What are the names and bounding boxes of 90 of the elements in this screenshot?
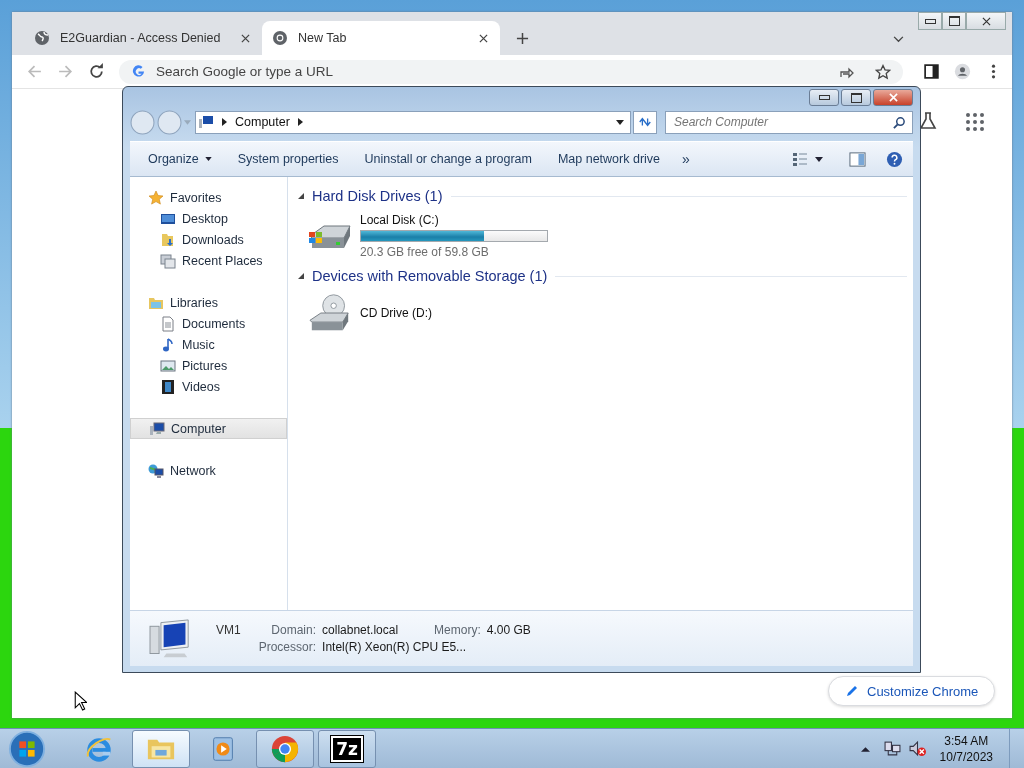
document-icon [160, 315, 176, 332]
close-icon [981, 16, 991, 26]
nav-item[interactable]: Desktop [130, 208, 287, 229]
help-icon[interactable] [886, 150, 903, 168]
network-icon [148, 462, 164, 479]
nav-item[interactable]: Favorites [130, 187, 287, 208]
close-icon [888, 93, 898, 102]
caret-up-icon[interactable] [860, 745, 870, 752]
browser-tab[interactable]: New Tab [262, 21, 500, 55]
field-label: Memory: [434, 623, 481, 637]
address-input[interactable]: Search Google or type a URL [154, 63, 819, 80]
nav-item[interactable]: Network [130, 460, 287, 481]
taskbar-button[interactable]: 7z [318, 729, 376, 768]
collapse-triangle-icon[interactable] [298, 193, 304, 199]
music-note-icon [160, 336, 176, 353]
google-g-icon [131, 64, 146, 79]
nav-item[interactable]: Libraries [130, 292, 287, 313]
globe-icon [34, 30, 50, 46]
caret-icon [222, 118, 227, 126]
apps-grid-icon[interactable] [965, 112, 985, 132]
drive-name[interactable]: Local Disk (C:) [360, 213, 548, 227]
caret-icon[interactable] [616, 119, 624, 125]
drive-name[interactable]: CD Drive (D:) [360, 306, 432, 320]
command-button[interactable]: Map network drive [545, 148, 673, 170]
nav-item[interactable]: Documents [130, 313, 287, 334]
nav-item[interactable]: Videos [130, 376, 287, 397]
refresh-button[interactable] [633, 110, 657, 134]
profile-icon[interactable] [954, 63, 971, 80]
breadcrumb-item[interactable]: Computer [235, 115, 290, 129]
collapse-triangle-icon[interactable] [298, 273, 304, 279]
minimize-button[interactable] [809, 89, 839, 106]
star-outline-icon[interactable] [875, 63, 891, 80]
search-field[interactable]: Search Computer [665, 110, 913, 134]
nav-item[interactable]: Pictures [130, 355, 287, 376]
group-header[interactable]: Devices with Removable Storage (1) [312, 268, 548, 284]
maximize-button[interactable] [841, 89, 871, 106]
browser-tab[interactable]: E2Guardian - Access Denied [24, 21, 262, 55]
taskbar-button[interactable] [256, 729, 314, 768]
close-icon[interactable] [479, 33, 488, 43]
nav-item[interactable]: Computer [130, 418, 287, 439]
address-bar[interactable]: Search Google or type a URL [119, 59, 903, 84]
field-label: Domain: [270, 623, 317, 637]
address-field[interactable]: Computer [195, 110, 631, 134]
mouse-cursor-icon [74, 691, 87, 711]
muted-speaker-icon[interactable] [908, 740, 926, 757]
close-icon[interactable] [241, 33, 250, 43]
command-button[interactable]: Organize [136, 148, 224, 170]
computer-name: VM1 [216, 623, 241, 637]
refresh-icon [638, 115, 652, 129]
reload-icon[interactable] [88, 63, 105, 80]
caret-icon [204, 157, 212, 161]
computer-icon [149, 420, 165, 437]
command-button[interactable]: System properties [225, 148, 351, 170]
nav-item[interactable]: Music [130, 334, 287, 355]
field-value: Intel(R) Xeon(R) CPU E5... [322, 640, 468, 654]
flask-icon[interactable] [918, 110, 938, 132]
field-value: collabnet.local [322, 623, 399, 637]
network-icon[interactable] [883, 740, 901, 757]
pencil-icon [845, 684, 859, 698]
nav-item[interactable]: Downloads [130, 229, 287, 250]
archiver-logo: 7z [331, 735, 363, 762]
chevron-down-icon[interactable] [893, 36, 904, 43]
chrome-icon [270, 733, 300, 764]
preview-pane-icon[interactable] [849, 150, 866, 168]
field-value: 4.00 GB [486, 623, 531, 637]
clock[interactable]: 3:54 AM 10/7/2023 [939, 732, 993, 765]
group-header[interactable]: Hard Disk Drives (1) [312, 188, 443, 204]
caret-icon[interactable] [297, 118, 303, 126]
picture-icon [160, 357, 176, 374]
side-panel-icon[interactable] [923, 63, 940, 80]
taskbar-button[interactable] [132, 729, 190, 768]
close-button[interactable] [873, 89, 913, 106]
folder-arrow-icon [160, 231, 176, 248]
start-button[interactable] [8, 729, 46, 768]
command-button[interactable]: Uninstall or change a program [352, 148, 544, 170]
more-commands-button[interactable]: » [674, 151, 698, 167]
free-space-text: 20.3 GB free of 59.8 GB [360, 245, 490, 259]
customize-chrome-button[interactable]: Customize Chrome [828, 676, 996, 706]
computer-monitor-icon [148, 618, 192, 659]
star-icon [148, 189, 164, 206]
maximize-button[interactable] [942, 12, 966, 30]
film-icon [160, 378, 176, 395]
chrome-icon [272, 30, 288, 46]
search-icon [893, 115, 906, 129]
new-tab-icon[interactable] [516, 32, 529, 45]
nav-item[interactable]: Recent Places [130, 250, 287, 271]
computer-icon [198, 114, 214, 130]
minimize-button[interactable] [918, 12, 942, 30]
field-label: Processor: [258, 640, 317, 654]
recent-places-icon [160, 252, 176, 269]
